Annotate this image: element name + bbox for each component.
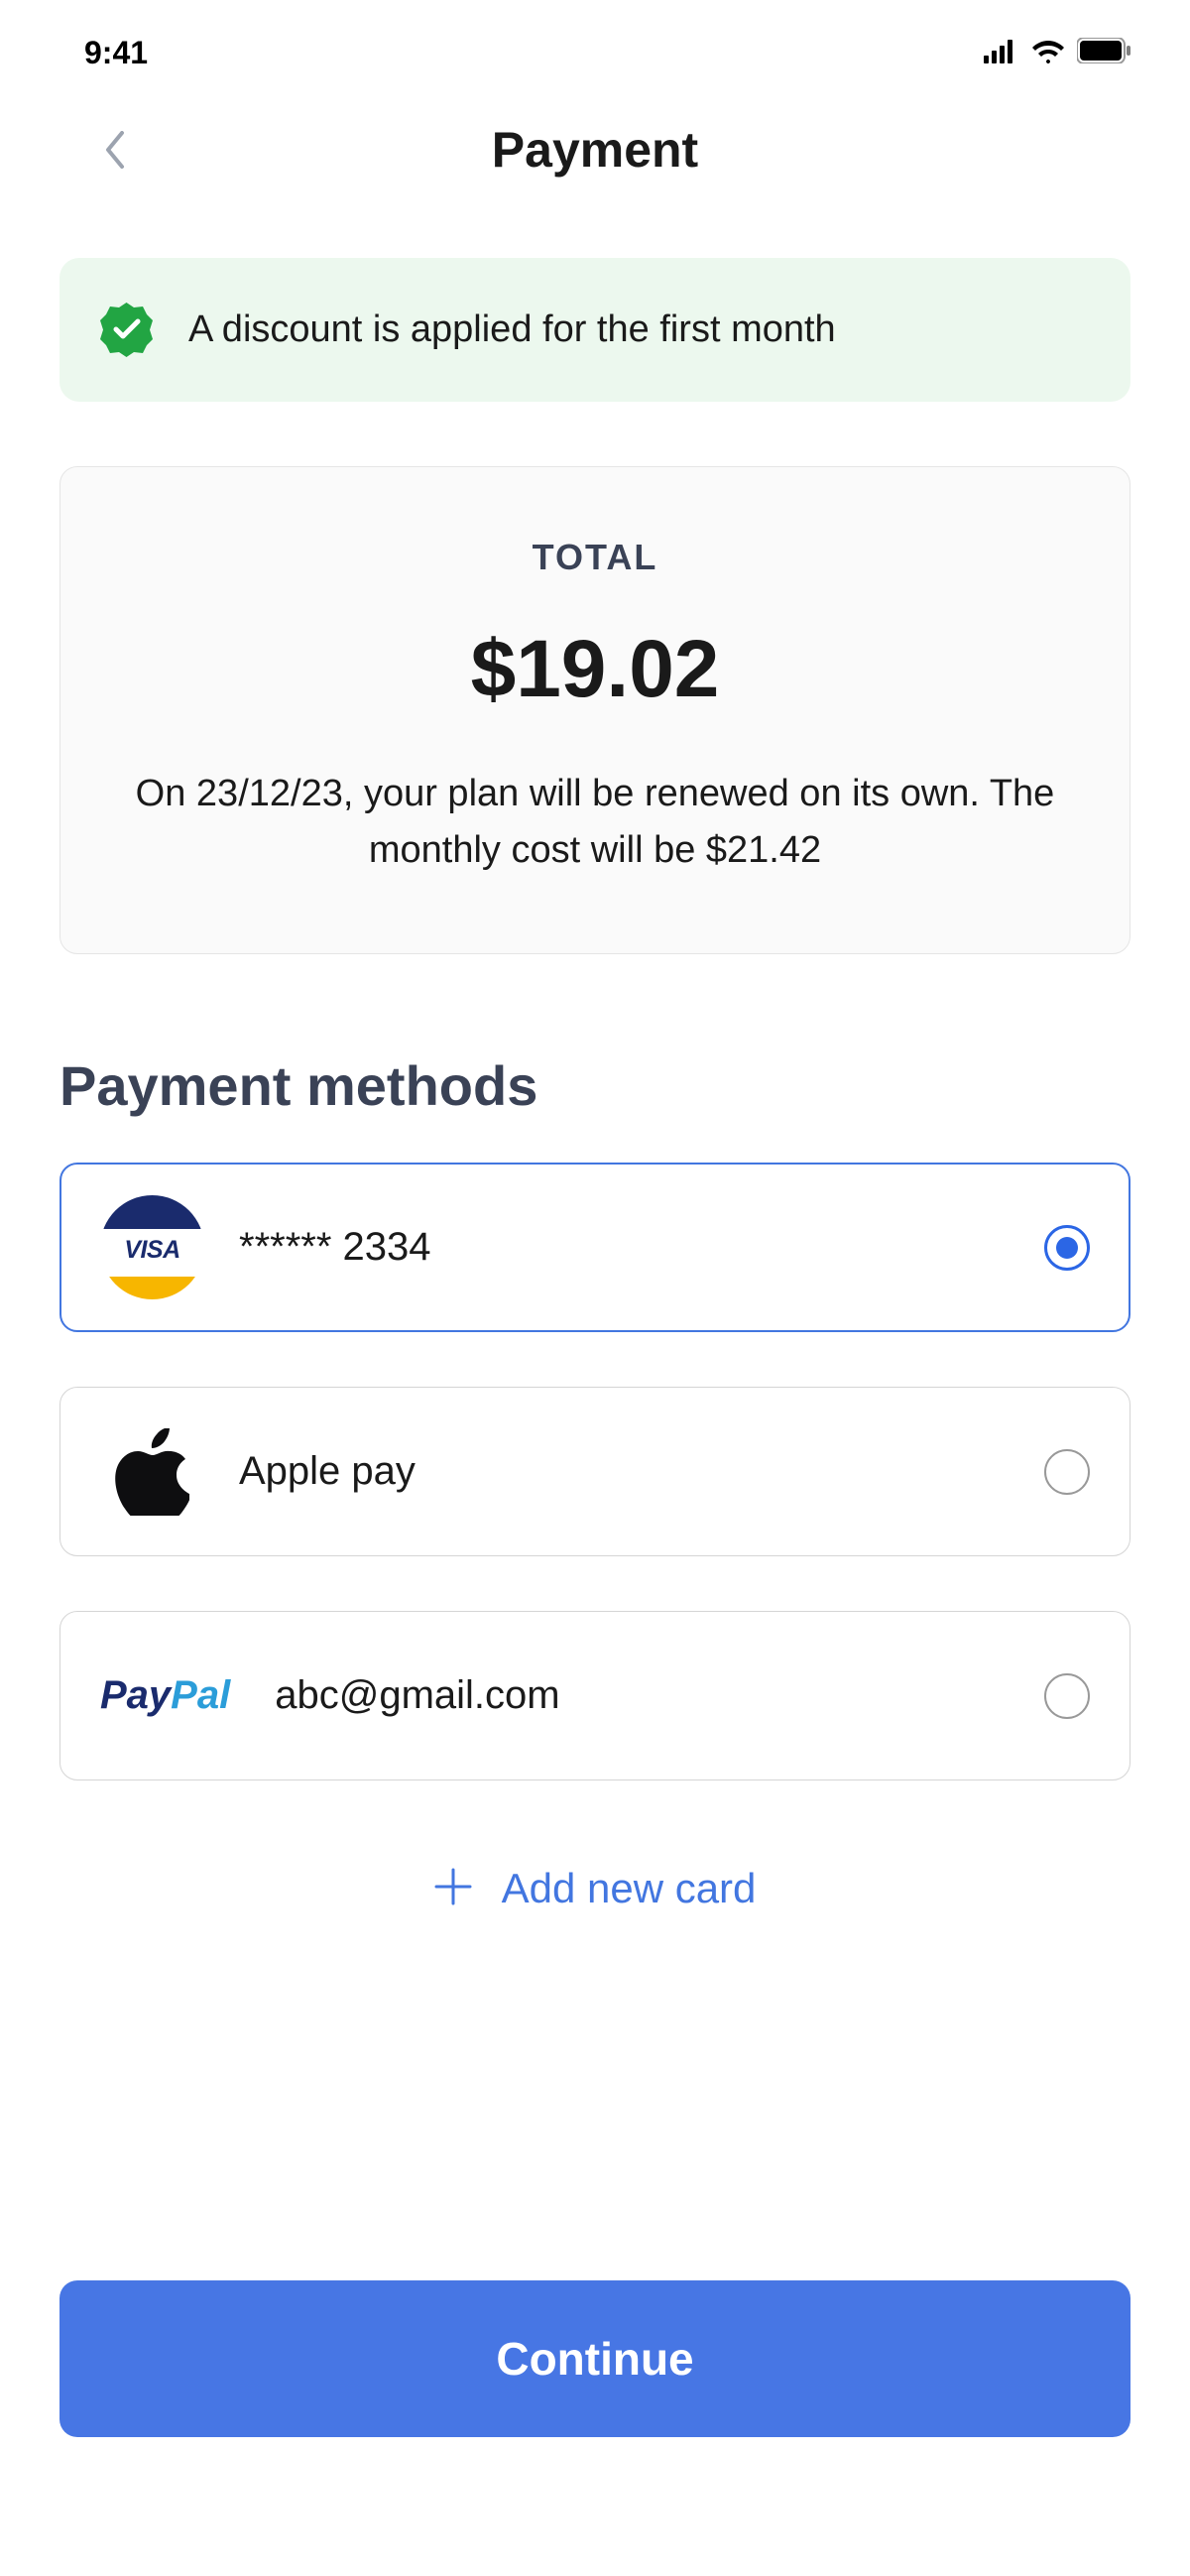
discount-banner: A discount is applied for the first mont… xyxy=(60,258,1130,402)
page-title: Payment xyxy=(60,121,1130,179)
total-amount: $19.02 xyxy=(110,623,1080,716)
payment-option-visa[interactable]: VISA ****** 2334 xyxy=(60,1163,1130,1332)
paypal-brand-pal: Pal xyxy=(171,1673,230,1717)
visa-brand-label: VISA xyxy=(100,1236,204,1265)
paypal-email: abc@gmail.com xyxy=(275,1673,1010,1718)
back-button[interactable] xyxy=(94,130,134,170)
radio-paypal[interactable] xyxy=(1044,1673,1090,1719)
battery-icon xyxy=(1077,35,1130,71)
paypal-icon: PayPal xyxy=(100,1644,240,1748)
status-time: 9:41 xyxy=(84,35,148,71)
wifi-icon xyxy=(1031,35,1065,71)
status-icons xyxy=(984,35,1130,71)
total-label: TOTAL xyxy=(110,537,1080,578)
status-bar: 9:41 xyxy=(0,0,1190,91)
plus-icon xyxy=(434,1868,472,1910)
radio-apple[interactable] xyxy=(1044,1449,1090,1495)
header: Payment xyxy=(0,91,1190,208)
apple-pay-label: Apple pay xyxy=(239,1449,1010,1494)
visa-icon: VISA xyxy=(100,1195,204,1299)
payment-methods-list: VISA ****** 2334 Apple pay PayPal abc@gm… xyxy=(60,1163,1130,1780)
paypal-brand-pay: Pay xyxy=(100,1673,171,1717)
continue-button[interactable]: Continue xyxy=(60,2280,1130,2437)
add-card-label: Add new card xyxy=(502,1865,757,1912)
banner-text: A discount is applied for the first mont… xyxy=(188,308,836,351)
signal-icon xyxy=(984,35,1019,71)
total-card: TOTAL $19.02 On 23/12/23, your plan will… xyxy=(60,466,1130,954)
visa-masked-number: ****** 2334 xyxy=(239,1225,1010,1270)
chevron-left-icon xyxy=(102,131,126,169)
continue-label: Continue xyxy=(496,2333,693,2385)
radio-visa[interactable] xyxy=(1044,1225,1090,1271)
payment-option-paypal[interactable]: PayPal abc@gmail.com xyxy=(60,1611,1130,1780)
apple-icon xyxy=(100,1419,204,1524)
section-title: Payment methods xyxy=(60,1053,1130,1118)
payment-option-apple[interactable]: Apple pay xyxy=(60,1387,1130,1556)
check-badge-icon xyxy=(99,303,154,357)
renewal-info: On 23/12/23, your plan will be renewed o… xyxy=(110,766,1080,879)
add-new-card-button[interactable]: Add new card xyxy=(60,1865,1130,1912)
